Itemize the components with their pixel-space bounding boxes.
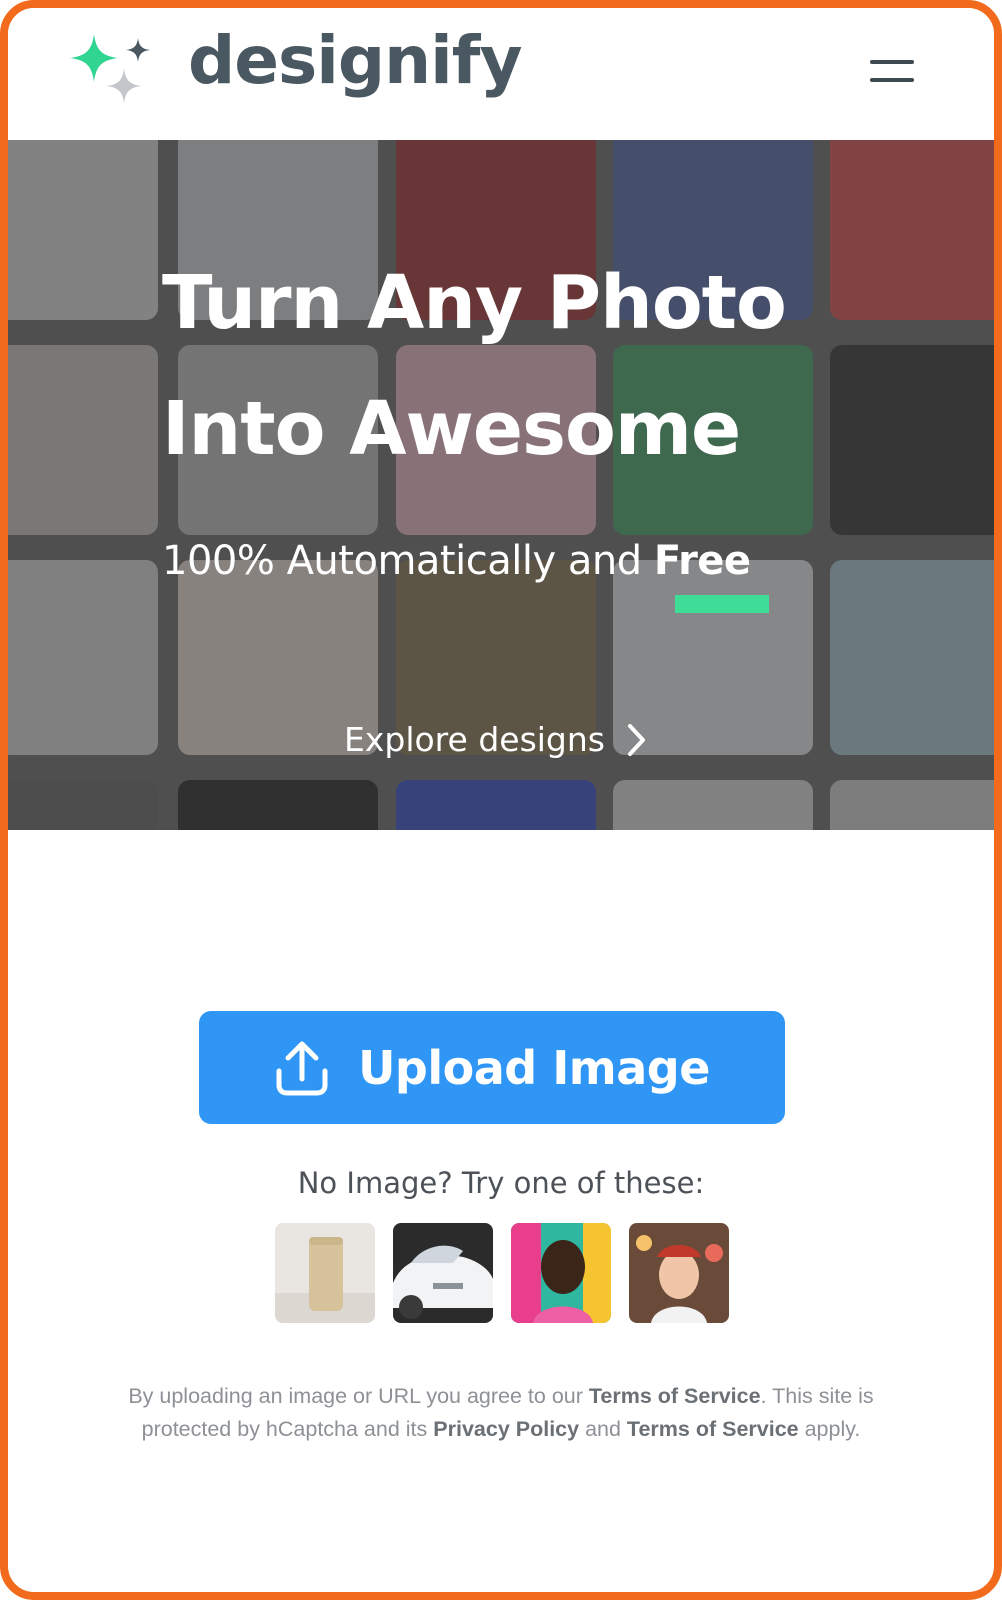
legal-disclaimer: By uploading an image or URL you agree t… (98, 1380, 904, 1446)
sample-woman-thumbnail[interactable] (629, 1223, 729, 1323)
hero-banner: Turn Any Photo Into Awesome 100% Automat… (8, 140, 994, 830)
hero-title-line-2: Into Awesome (162, 386, 741, 472)
disclaimer-text: and (579, 1417, 627, 1441)
try-samples-text: No Image? Try one of these: (297, 1166, 705, 1200)
hero-title-line-1: Turn Any Photo (162, 260, 787, 346)
hero-subtitle-prefix: 100% Automatically and (162, 538, 654, 584)
sample-man-thumbnail[interactable] (511, 1223, 611, 1323)
explore-designs-link[interactable]: Explore designs (344, 720, 647, 759)
terms-of-service-link[interactable]: Terms of Service (589, 1384, 761, 1408)
header: designify (8, 8, 994, 140)
hero-subtitle-free: Free (653, 538, 751, 584)
hamburger-menu-icon[interactable] (870, 50, 918, 86)
explore-designs-label: Explore designs (344, 720, 605, 759)
sample-car-thumbnail[interactable] (393, 1223, 493, 1323)
chevron-right-icon (628, 723, 645, 756)
sample-can-thumbnail[interactable] (275, 1223, 375, 1323)
upload-icon (276, 1041, 328, 1095)
privacy-policy-link[interactable]: Privacy Policy (433, 1417, 579, 1441)
hero-subtitle: 100% Automatically and Free (162, 538, 751, 584)
upload-image-label: Upload Image (358, 1040, 710, 1095)
free-underline (675, 595, 769, 613)
terms-of-service-link[interactable]: Terms of Service (627, 1417, 799, 1441)
sparkle-logo-icon (62, 28, 158, 112)
hero-title: Turn Any Photo Into Awesome (162, 240, 962, 492)
app-frame: designify Turn Any Photo Into Awesome 10… (0, 0, 1002, 1600)
brand-name[interactable]: designify (188, 22, 523, 99)
disclaimer-text: By uploading an image or URL you agree t… (128, 1384, 589, 1408)
menu-line (870, 78, 914, 82)
menu-line (870, 60, 914, 64)
disclaimer-text: apply. (798, 1417, 861, 1441)
upload-image-button[interactable]: Upload Image (199, 1011, 785, 1124)
